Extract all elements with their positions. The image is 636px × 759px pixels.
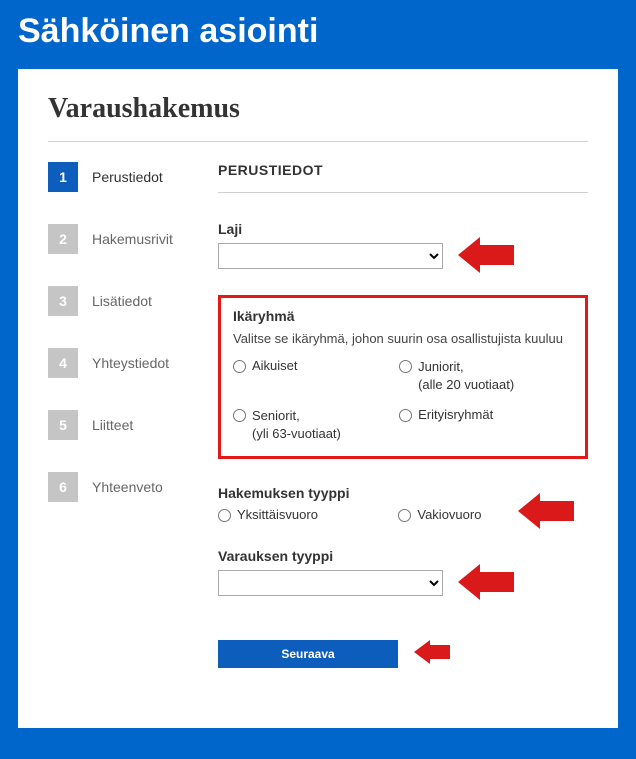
- step-number: 1: [48, 162, 78, 192]
- field-laji: Laji: [218, 221, 588, 269]
- step-2[interactable]: 2 Hakemusrivit: [48, 224, 218, 254]
- radio-input[interactable]: [233, 360, 246, 373]
- page-title: Sähköinen asiointi: [0, 0, 636, 69]
- radio-input[interactable]: [398, 509, 411, 522]
- step-label: Yhteenveto: [92, 479, 163, 495]
- radio-label: Juniorit, (alle 20 vuotiaat): [418, 358, 514, 393]
- step-label: Perustiedot: [92, 169, 163, 185]
- field-hakemuksen-tyyppi: Hakemuksen tyyppi Yksittäisvuoro Vakiovu…: [218, 485, 588, 522]
- radio-juniorit[interactable]: Juniorit, (alle 20 vuotiaat): [399, 358, 573, 393]
- radio-label: Erityisryhmät: [418, 407, 493, 422]
- field-ikaryhma: Ikäryhmä Valitse se ikäryhmä, johon suur…: [218, 295, 588, 459]
- button-row: Seuraava: [218, 640, 588, 668]
- step-label: Lisätiedot: [92, 293, 152, 309]
- step-5[interactable]: 5 Liitteet: [48, 410, 218, 440]
- radio-yksittaisvuoro[interactable]: Yksittäisvuoro: [218, 507, 390, 522]
- radio-label: Seniorit, (yli 63-vuotiaat): [252, 407, 341, 442]
- form-card: Varaushakemus 1 Perustiedot 2 Hakemusriv…: [18, 69, 618, 728]
- step-label: Yhteystiedot: [92, 355, 169, 371]
- step-number: 5: [48, 410, 78, 440]
- select-varauksen-tyyppi[interactable]: [218, 570, 443, 596]
- arrow-annotation-icon: [458, 564, 514, 600]
- arrow-annotation-icon: [458, 237, 514, 273]
- step-6[interactable]: 6 Yhteenveto: [48, 472, 218, 502]
- step-number: 3: [48, 286, 78, 316]
- radio-input[interactable]: [399, 360, 412, 373]
- next-button[interactable]: Seuraava: [218, 640, 398, 668]
- step-number: 2: [48, 224, 78, 254]
- step-3[interactable]: 3 Lisätiedot: [48, 286, 218, 316]
- radio-label: Vakiovuoro: [417, 507, 481, 522]
- field-varauksen-tyyppi: Varauksen tyyppi: [218, 548, 588, 596]
- radio-label: Aikuiset: [252, 358, 298, 373]
- radio-input[interactable]: [233, 409, 246, 422]
- step-label: Liitteet: [92, 417, 133, 433]
- arrow-annotation-icon: [518, 493, 574, 529]
- step-number: 4: [48, 348, 78, 378]
- step-1[interactable]: 1 Perustiedot: [48, 162, 218, 192]
- arrow-annotation-icon: [414, 640, 450, 664]
- radio-erityisryhmat[interactable]: Erityisryhmät: [399, 407, 573, 442]
- step-label: Hakemusrivit: [92, 231, 173, 247]
- label-ikaryhma: Ikäryhmä: [233, 308, 573, 324]
- select-laji[interactable]: [218, 243, 443, 269]
- help-ikaryhma: Valitse se ikäryhmä, johon suurin osa os…: [233, 330, 573, 348]
- radio-seniorit[interactable]: Seniorit, (yli 63-vuotiaat): [233, 407, 391, 442]
- label-laji: Laji: [218, 221, 588, 237]
- section-heading: PERUSTIEDOT: [218, 162, 588, 193]
- radio-label: Yksittäisvuoro: [237, 507, 318, 522]
- step-4[interactable]: 4 Yhteystiedot: [48, 348, 218, 378]
- label-varauksen-tyyppi: Varauksen tyyppi: [218, 548, 588, 564]
- step-number: 6: [48, 472, 78, 502]
- form-main: PERUSTIEDOT Laji Ikäryhmä Valitse se ikä…: [218, 162, 588, 668]
- radio-aikuiset[interactable]: Aikuiset: [233, 358, 391, 393]
- steps-nav: 1 Perustiedot 2 Hakemusrivit 3 Lisätiedo…: [48, 162, 218, 668]
- form-title: Varaushakemus: [48, 93, 588, 142]
- radio-input[interactable]: [399, 409, 412, 422]
- radio-input[interactable]: [218, 509, 231, 522]
